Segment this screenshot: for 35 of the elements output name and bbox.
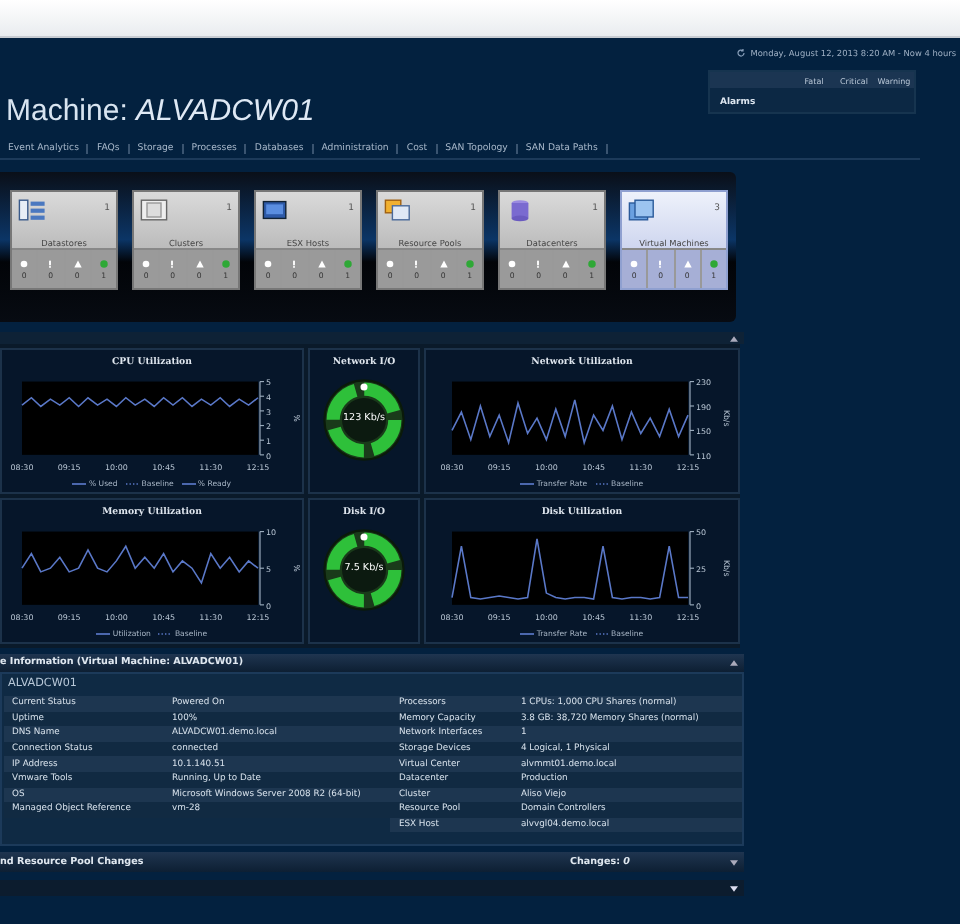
list-grid-icon [18,198,46,222]
warning-icon [561,259,570,267]
virtual-machine-icon [628,198,656,222]
expand-icon[interactable] [730,885,738,891]
frame-icon [140,198,168,222]
ok-status-icon [99,259,108,267]
y-axis [259,531,265,606]
page-title: Machine: ALVADCW01 [6,94,315,128]
gauge-ring-drawing [320,526,408,614]
warning-icon [195,259,204,267]
stacked-windows-icon [384,198,412,222]
ok-status-icon [465,259,474,267]
y-axis [689,531,695,606]
circle-icon [264,259,273,267]
warning-icon [439,259,448,267]
ok-status-icon [709,259,718,267]
expand-icon[interactable] [730,859,738,865]
refresh-icon[interactable] [736,48,747,58]
warning-icon [317,259,326,267]
warning-icon [683,259,692,267]
warning-icon [73,259,82,267]
y-axis [259,381,265,456]
database-icon [506,198,534,222]
circle-icon [508,259,517,267]
monitor-icon [262,198,290,222]
circle-icon [630,259,639,267]
circle-icon [386,259,395,267]
ok-status-icon [587,259,596,267]
collapse-icon[interactable] [730,660,738,666]
y-axis [689,381,695,456]
circle-icon [142,259,151,267]
ok-status-icon [221,259,230,267]
circle-icon [20,259,29,267]
gauge-ring-drawing [320,376,408,464]
ok-status-icon [343,259,352,267]
